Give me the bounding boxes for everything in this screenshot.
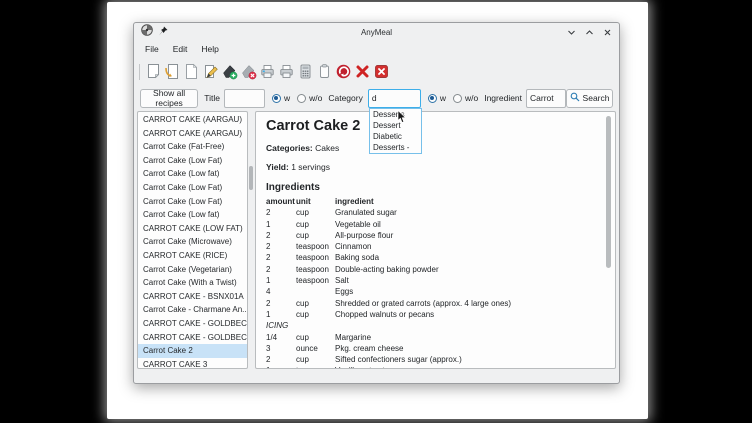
anymeal-window: AnyMeal FileEditHelp: [133, 22, 620, 384]
ingredient-row: 1 cup Chopped walnuts or pecans: [266, 309, 601, 320]
ingredient-row: 1 teaspoon Salt: [266, 275, 601, 286]
ingredient-row: 2 teaspoon Cinnamon: [266, 241, 601, 252]
window-title: AnyMeal: [134, 28, 619, 37]
recipe-list-item[interactable]: Carrot Cake (Low fat): [138, 208, 247, 222]
desktop-background: AnyMeal FileEditHelp: [0, 0, 752, 423]
category-filter-input[interactable]: [368, 89, 421, 108]
print-preview-icon[interactable]: [277, 62, 296, 81]
minimize-button[interactable]: [567, 28, 576, 37]
mouse-cursor: [397, 110, 409, 129]
ingredient-row: 2 cup Shredded or grated carrots (approx…: [266, 298, 601, 309]
export-recipe-icon[interactable]: [182, 62, 201, 81]
search-button-label: Search: [583, 93, 610, 103]
recipe-categories: Categories: Cakes: [266, 143, 601, 153]
edit-recipe-icon[interactable]: [201, 62, 220, 81]
recipe-list-item[interactable]: CARROT CAKE 3: [138, 358, 247, 369]
recipe-list-item[interactable]: Carrot Cake 2: [138, 344, 247, 358]
recipe-list-item[interactable]: CARROT CAKE (LOW FAT): [138, 222, 247, 236]
search-button[interactable]: Search: [566, 89, 613, 108]
ingredient-row: 1/4 cup Margarine: [266, 332, 601, 343]
delete-icon[interactable]: [353, 62, 372, 81]
category-without-label: w/o: [465, 93, 478, 103]
search-icon: [570, 92, 580, 104]
quit-icon[interactable]: [372, 62, 391, 81]
remove-recipe-icon[interactable]: [239, 62, 258, 81]
recipe-list-item[interactable]: Carrot Cake (With a Twist): [138, 276, 247, 290]
recipe-list: CARROT CAKE (AARGAU) CARROT CAKE (AARGAU…: [137, 111, 248, 369]
calculator-icon[interactable]: [296, 62, 315, 81]
ingredient-row: 1 cup Vegetable oil: [266, 219, 601, 230]
category-suggestion-item[interactable]: Dessert: [370, 120, 421, 131]
recipe-list-item[interactable]: Carrot Cake (Low Fat): [138, 195, 247, 209]
category-with-radio[interactable]: [428, 94, 437, 103]
recipe-list-item[interactable]: CARROT CAKE - BSNX01A: [138, 290, 247, 304]
menu-item[interactable]: Help: [194, 41, 225, 58]
show-all-recipes-button[interactable]: Show all recipes: [140, 89, 198, 108]
category-with-label: w: [440, 93, 446, 103]
menu-item[interactable]: Edit: [166, 41, 195, 58]
ingredient-row: 2 cup Sifted confectioners sugar (approx…: [266, 354, 601, 365]
ingredient-row: 4 Eggs: [266, 286, 601, 297]
category-suggestions-dropdown: DessertsDessertDiabeticDesserts -: [369, 108, 422, 154]
recipe-list-item[interactable]: Carrot Cake (Low Fat): [138, 181, 247, 195]
title-filter-label: Title: [204, 93, 220, 103]
category-without-radio[interactable]: [453, 94, 462, 103]
recipe-list-item[interactable]: Carrot Cake (Vegetarian): [138, 263, 247, 277]
recipe-view: Carrot Cake 2 Categories: Cakes Yield: 1…: [255, 111, 616, 369]
app-icon: [141, 23, 153, 41]
ingredient-filter-input[interactable]: [526, 89, 566, 108]
ingredient-filter-label: Ingredient: [484, 93, 522, 103]
ingredient-row: 2 teaspoon Baking soda: [266, 252, 601, 263]
recipe-yield: Yield: 1 servings: [266, 162, 601, 172]
title-without-label: w/o: [309, 93, 322, 103]
ingredient-row: 2 cup All-purpose flour: [266, 230, 601, 241]
ingredient-row: ICING: [266, 320, 601, 331]
recipe-list-item[interactable]: Carrot Cake (Microwave): [138, 235, 247, 249]
title-with-radio[interactable]: [272, 94, 281, 103]
recipe-list-item[interactable]: CARROT CAKE (AARGAU): [138, 113, 247, 127]
pin-icon[interactable]: [158, 23, 168, 41]
print-icon[interactable]: [258, 62, 277, 81]
recipe-list-item[interactable]: CARROT CAKE (RICE): [138, 249, 247, 263]
category-suggestion-item[interactable]: Desserts -: [370, 142, 421, 153]
ingredients-header-row: amount unit ingredient: [266, 196, 601, 207]
recipe-view-scrollbar-thumb[interactable]: [606, 116, 611, 268]
recipe-list-item[interactable]: Carrot Cake (Low Fat): [138, 154, 247, 168]
recipe-list-item[interactable]: CARROT CAKE (AARGAU): [138, 127, 247, 141]
toolbar: [134, 59, 619, 84]
add-recipe-icon[interactable]: [220, 62, 239, 81]
category-suggestion-item[interactable]: Diabetic: [370, 131, 421, 142]
ingredients-table: amount unit ingredient 2 cup Granulated …: [266, 196, 601, 369]
import-recipe-icon[interactable]: [163, 62, 182, 81]
new-recipe-icon[interactable]: [144, 62, 163, 81]
recipe-list-scrollbar[interactable]: [248, 111, 255, 369]
title-with-label: w: [284, 93, 290, 103]
category-suggestion-item[interactable]: Desserts: [370, 109, 421, 120]
clipboard-icon[interactable]: [315, 62, 334, 81]
ingredient-row: 3 ounce Pkg. cream cheese: [266, 343, 601, 354]
recipe-list-item[interactable]: Carrot Cake (Low fat): [138, 167, 247, 181]
maximize-button[interactable]: [585, 28, 594, 37]
category-filter-label: Category: [328, 93, 363, 103]
recipe-list-item[interactable]: CARROT CAKE - GOLDBECK: [138, 317, 247, 331]
menubar: FileEditHelp: [134, 41, 619, 58]
ingredient-row: 2 cup Granulated sugar: [266, 207, 601, 218]
recipe-list-item[interactable]: Carrot Cake - Charmane An...: [138, 303, 247, 317]
ingredients-heading: Ingredients: [266, 182, 601, 193]
titlebar[interactable]: AnyMeal: [134, 23, 619, 41]
recipe-list-scrollbar-thumb[interactable]: [249, 166, 253, 190]
abort-icon[interactable]: [334, 62, 353, 81]
title-filter-input[interactable]: [224, 89, 265, 108]
close-button[interactable]: [603, 28, 612, 37]
menu-item[interactable]: File: [138, 41, 166, 58]
recipe-list-item[interactable]: Carrot Cake (Fat-Free): [138, 140, 247, 154]
recipe-title: Carrot Cake 2: [266, 118, 601, 134]
ingredient-row: 1 teaspoon Vanilla extract: [266, 365, 601, 369]
ingredient-row: 2 teaspoon Double-acting baking powder: [266, 264, 601, 275]
recipe-view-scrollbar[interactable]: [606, 116, 612, 364]
toolbar-handle[interactable]: [139, 64, 140, 80]
title-without-radio[interactable]: [297, 94, 306, 103]
recipe-list-item[interactable]: CARROT CAKE - GOLDBECK: [138, 331, 247, 345]
